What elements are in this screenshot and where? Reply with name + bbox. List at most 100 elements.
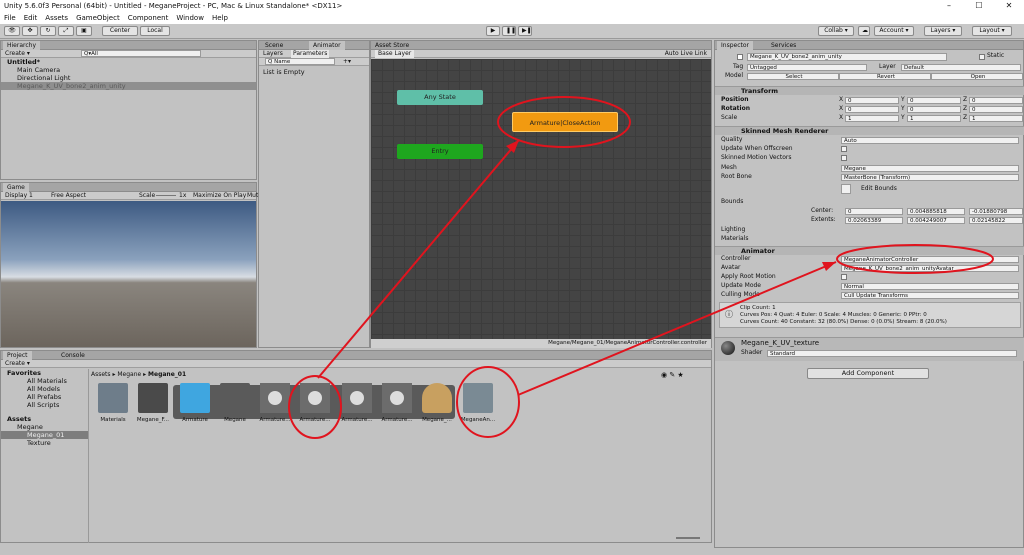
layer-dropdown[interactable]: Default bbox=[901, 64, 1021, 71]
scene-root[interactable]: Untitled* bbox=[1, 58, 256, 66]
menu-file[interactable]: File bbox=[4, 12, 16, 24]
project-options-icons[interactable]: ◉ ✎ ★ bbox=[661, 371, 684, 379]
hierarchy-search-input[interactable]: Q▾All bbox=[81, 50, 201, 57]
tab-animator[interactable]: Animator bbox=[309, 41, 345, 50]
active-checkbox[interactable] bbox=[737, 54, 743, 60]
scale-slider[interactable] bbox=[156, 195, 176, 196]
asset-item[interactable]: Megane_... bbox=[417, 383, 457, 431]
list-item[interactable]: All Materials bbox=[1, 377, 88, 385]
assets-heading[interactable]: Assets bbox=[1, 415, 88, 423]
extents-x-field[interactable]: 0.02063389 bbox=[845, 217, 903, 224]
move-tool-icon[interactable]: ✥ bbox=[22, 26, 38, 36]
rot-y-field[interactable]: 0 bbox=[907, 106, 961, 113]
asset-item[interactable]: Armature... bbox=[295, 383, 335, 431]
breadcrumb-megane[interactable]: Megane bbox=[117, 371, 141, 378]
list-item[interactable]: Main Camera bbox=[1, 66, 256, 74]
update-mode-dropdown[interactable]: Normal bbox=[841, 283, 1019, 290]
extents-z-field[interactable]: 0.02145822 bbox=[969, 217, 1023, 224]
tab-console[interactable]: Console bbox=[57, 351, 89, 360]
menu-window[interactable]: Window bbox=[176, 12, 204, 24]
material-header[interactable]: Megane_K_UV_texture Shader Standard bbox=[715, 337, 1024, 361]
layers-button[interactable]: Layers ▾ bbox=[924, 26, 962, 36]
maximize-on-play-toggle[interactable]: Maximize On Play bbox=[193, 192, 246, 200]
rotate-tool-icon[interactable]: ↻ bbox=[40, 26, 56, 36]
asset-item[interactable]: Armature... bbox=[255, 383, 295, 431]
center-x-field[interactable]: 0 bbox=[845, 208, 903, 215]
base-layer-breadcrumb[interactable]: Base Layer bbox=[375, 50, 415, 58]
pos-x-field[interactable]: 0 bbox=[845, 97, 899, 104]
add-component-button[interactable]: Add Component bbox=[807, 368, 929, 379]
scale-x-field[interactable]: 1 bbox=[845, 115, 899, 122]
model-revert-button[interactable]: Revert bbox=[839, 73, 931, 80]
update-offscreen-checkbox[interactable] bbox=[841, 146, 847, 152]
tab-game[interactable]: Game bbox=[3, 183, 29, 192]
icon-size-slider[interactable] bbox=[676, 537, 700, 539]
maximize-button[interactable]: ☐ bbox=[964, 0, 994, 12]
add-param-icon[interactable]: +▾ bbox=[343, 58, 351, 66]
hand-tool-icon[interactable]: 👁 bbox=[4, 26, 20, 36]
model-select-button[interactable]: Select bbox=[747, 73, 839, 80]
menu-gameobject[interactable]: GameObject bbox=[76, 12, 120, 24]
asset-item[interactable]: Materials bbox=[93, 383, 133, 431]
favorites-heading[interactable]: Favorites bbox=[1, 369, 88, 377]
transform-header[interactable]: Transform bbox=[715, 86, 1024, 95]
controller-field[interactable]: MeganeAnimatorController bbox=[841, 256, 1019, 263]
minimize-button[interactable]: – bbox=[934, 0, 964, 12]
list-item[interactable]: Megane_01 bbox=[1, 431, 88, 439]
asset-item[interactable]: Armature... bbox=[377, 383, 417, 431]
static-checkbox[interactable] bbox=[979, 54, 985, 60]
account-button[interactable]: Account ▾ bbox=[874, 26, 914, 36]
pos-y-field[interactable]: 0 bbox=[907, 97, 961, 104]
avatar-field[interactable]: Megane_K_UV_bone2_anim_unityAvatar bbox=[841, 265, 1019, 272]
list-item[interactable]: All Prefabs bbox=[1, 393, 88, 401]
pos-z-field[interactable]: 0 bbox=[969, 97, 1023, 104]
list-item[interactable]: All Scripts bbox=[1, 401, 88, 409]
asset-item[interactable]: MeganeAn... bbox=[458, 383, 498, 431]
materials-foldout[interactable]: Materials bbox=[721, 235, 749, 243]
tab-layers[interactable]: Layers bbox=[263, 50, 283, 58]
project-create-button[interactable]: Create ▾ bbox=[5, 360, 30, 368]
tab-parameters[interactable]: Parameters bbox=[291, 50, 330, 58]
shader-dropdown[interactable]: Standard bbox=[767, 350, 1017, 357]
root-bone-field[interactable]: MasterBone (Transform) bbox=[841, 174, 1019, 181]
asset-item[interactable]: Armature bbox=[175, 383, 215, 431]
menu-edit[interactable]: Edit bbox=[24, 12, 38, 24]
breadcrumb-megane01[interactable]: Megane_01 bbox=[148, 371, 186, 378]
rect-tool-icon[interactable]: ▣ bbox=[76, 26, 92, 36]
culling-mode-dropdown[interactable]: Cull Update Transforms bbox=[841, 292, 1019, 299]
close-action-state-node[interactable]: Armature|CloseAction bbox=[512, 112, 618, 132]
params-search-input[interactable]: Q Name bbox=[265, 58, 335, 65]
asset-item[interactable]: Armature... bbox=[337, 383, 377, 431]
rot-x-field[interactable]: 0 bbox=[845, 106, 899, 113]
menu-help[interactable]: Help bbox=[212, 12, 228, 24]
skinned-mesh-renderer-header[interactable]: Skinned Mesh Renderer bbox=[715, 126, 1024, 135]
skinned-motion-checkbox[interactable] bbox=[841, 155, 847, 161]
tab-inspector[interactable]: Inspector bbox=[717, 41, 753, 50]
animator-component-header[interactable]: Animator bbox=[715, 246, 1024, 255]
rot-z-field[interactable]: 0 bbox=[969, 106, 1023, 113]
object-name-field[interactable]: Megane_K_UV_bone2_anim_unity bbox=[747, 53, 947, 61]
list-item[interactable]: Directional Light bbox=[1, 74, 256, 82]
animator-graph[interactable]: Any State Armature|CloseAction Entry bbox=[371, 59, 711, 339]
tab-services[interactable]: Services bbox=[767, 41, 800, 50]
menu-assets[interactable]: Assets bbox=[45, 12, 68, 24]
scale-z-field[interactable]: 1 bbox=[969, 115, 1023, 122]
auto-live-link-toggle[interactable]: Auto Live Link bbox=[665, 50, 707, 58]
layout-button[interactable]: Layout ▾ bbox=[972, 26, 1012, 36]
asset-item[interactable]: Megane bbox=[215, 383, 255, 431]
center-z-field[interactable]: -0.01880798 bbox=[969, 208, 1023, 215]
aspect-dropdown[interactable]: Free Aspect bbox=[51, 192, 86, 200]
game-view[interactable] bbox=[1, 201, 256, 347]
lighting-foldout[interactable]: Lighting bbox=[721, 226, 745, 234]
list-item[interactable]: All Models bbox=[1, 385, 88, 393]
list-item[interactable]: Texture bbox=[1, 439, 88, 447]
collab-button[interactable]: Collab ▾ bbox=[818, 26, 854, 36]
edit-bounds-icon[interactable] bbox=[841, 184, 851, 194]
mesh-field[interactable]: Megane bbox=[841, 165, 1019, 172]
tab-project[interactable]: Project bbox=[3, 351, 32, 360]
hierarchy-create-button[interactable]: Create ▾ bbox=[5, 50, 30, 58]
tab-scene[interactable]: Scene bbox=[261, 41, 287, 50]
model-open-button[interactable]: Open bbox=[931, 73, 1023, 80]
scale-y-field[interactable]: 1 bbox=[907, 115, 961, 122]
pivot-local-button[interactable]: Local bbox=[140, 26, 170, 36]
